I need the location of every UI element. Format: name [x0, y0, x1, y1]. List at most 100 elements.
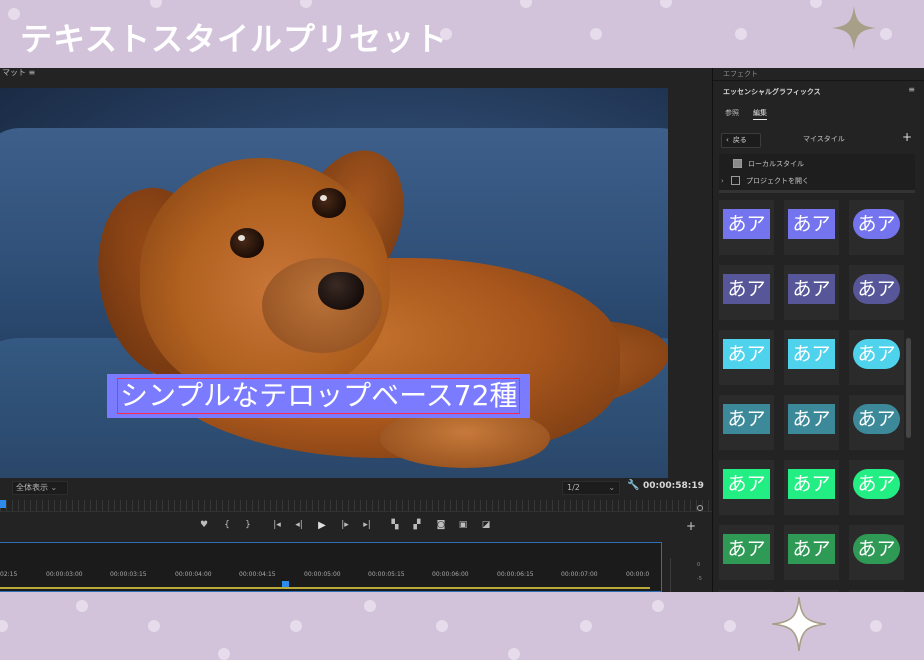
- decor-dot: [364, 600, 376, 612]
- overwrite-icon[interactable]: ▞: [410, 520, 424, 530]
- decor-dot: [880, 28, 892, 40]
- go-to-out-icon[interactable]: ▸|: [360, 520, 374, 530]
- style-preview: あア: [853, 404, 900, 434]
- timeline-tick: 00:00:0: [626, 571, 650, 578]
- decor-dot: [590, 28, 602, 40]
- style-preset[interactable]: あア: [719, 200, 774, 255]
- style-preset[interactable]: あア: [784, 200, 839, 255]
- tab-edit[interactable]: 編集: [753, 108, 767, 120]
- hamburger-icon[interactable]: ≡: [908, 85, 915, 94]
- decor-dot: [436, 620, 448, 632]
- plus-icon[interactable]: +: [902, 130, 912, 144]
- style-preset[interactable]: あア: [849, 200, 904, 255]
- zoom-select[interactable]: 全体表示 ⌄: [12, 481, 68, 495]
- timeline-ruler[interactable]: 02:15 00:00:03:00 00:00:03:15 00:00:04:0…: [0, 571, 662, 579]
- style-preview: あア: [788, 534, 835, 564]
- dog-muzzle: [262, 258, 382, 353]
- monitor-scrub-ruler[interactable]: [0, 500, 712, 512]
- decor-dot: [870, 620, 882, 632]
- style-preset[interactable]: あア: [784, 525, 839, 580]
- decor-dot: [76, 600, 88, 612]
- caption-text[interactable]: シンプルなテロップベース72種: [117, 378, 521, 414]
- premiere-window: マット ≡ シンプルなテロップベース72種 全体表示 ⌄ 1/2 ⌄ 🔧 00:…: [0, 68, 924, 592]
- style-preset-grid: あア あア あア あア あア あア あア あア あア あア あア あア あア あ…: [719, 200, 911, 592]
- marker-icon[interactable]: ♥: [197, 520, 211, 530]
- wrench-icon[interactable]: 🔧: [627, 480, 639, 491]
- style-preview: あア: [723, 534, 770, 564]
- meter-label: -5: [697, 576, 702, 582]
- style-preset[interactable]: あア: [849, 330, 904, 385]
- decor-dot: [290, 620, 302, 632]
- comparison-view-icon[interactable]: ▣: [456, 520, 470, 530]
- style-preview: あア: [723, 339, 770, 369]
- style-preview: あア: [788, 469, 835, 499]
- timecode: 00:00:58:19: [643, 481, 704, 491]
- style-preview: あア: [723, 274, 770, 304]
- style-preset[interactable]: あア: [784, 460, 839, 515]
- style-preset[interactable]: あア: [719, 525, 774, 580]
- audio-meter: 0 -5: [670, 558, 702, 592]
- style-preset[interactable]: あア: [784, 265, 839, 320]
- style-preset[interactable]: あア: [849, 265, 904, 320]
- out-point-icon[interactable]: [697, 505, 703, 511]
- decor-dot: [218, 648, 230, 660]
- checkbox-checked-icon[interactable]: [733, 158, 742, 168]
- decor-dot: [148, 620, 160, 632]
- effects-tab[interactable]: エフェクト: [723, 69, 758, 79]
- my-style-label: マイスタイル: [803, 135, 845, 143]
- style-preview: あア: [853, 339, 900, 369]
- style-tree: ローカルスタイル › プロジェクトを開く: [719, 154, 915, 190]
- timeline-panel[interactable]: 02:15 00:00:03:00 00:00:03:15 00:00:04:0…: [0, 542, 662, 592]
- tab-browse[interactable]: 参照: [725, 108, 739, 118]
- play-icon[interactable]: ▶: [315, 520, 329, 531]
- chevron-left-icon: ‹: [726, 136, 729, 144]
- monitor-playhead[interactable]: [0, 500, 6, 508]
- panel-scrollbar[interactable]: [906, 338, 911, 438]
- go-to-in-icon[interactable]: |◂: [270, 520, 284, 530]
- top-banner: テキストスタイルプリセット: [0, 0, 924, 68]
- dog-eye-right: [312, 188, 346, 218]
- divider: [719, 190, 915, 193]
- style-preset[interactable]: あア: [784, 395, 839, 450]
- style-preset[interactable]: あア: [719, 395, 774, 450]
- tree-item-local-style[interactable]: ローカルスタイル: [719, 156, 915, 172]
- back-button[interactable]: ‹ 戻る: [721, 133, 761, 148]
- checkbox-icon[interactable]: [731, 175, 740, 185]
- proxy-toggle-icon[interactable]: ◪: [479, 520, 493, 530]
- timeline-tick: 00:00:05:15: [368, 571, 405, 578]
- dog-eye-left: [230, 228, 264, 258]
- export-frame-icon[interactable]: ◙: [434, 520, 448, 530]
- mark-out-icon[interactable]: }: [241, 520, 255, 530]
- step-forward-icon[interactable]: |▸: [338, 520, 352, 530]
- tree-item-open-project[interactable]: › プロジェクトを開く: [719, 173, 915, 189]
- zoom-value: 全体表示: [16, 483, 48, 492]
- style-preset[interactable]: あア: [719, 265, 774, 320]
- timeline-tick: 00:00:06:00: [432, 571, 469, 578]
- meter-label: 0: [697, 562, 701, 568]
- caption-overlay[interactable]: シンプルなテロップベース72種: [107, 374, 531, 418]
- bottom-banner: [0, 592, 924, 660]
- sparkle-icon: [772, 597, 826, 651]
- work-area-bar[interactable]: [0, 587, 650, 589]
- timeline-tick: 00:00:06:15: [497, 571, 534, 578]
- style-preset[interactable]: あア: [719, 330, 774, 385]
- decor-dot: [652, 600, 664, 612]
- add-button-icon[interactable]: +: [686, 519, 696, 533]
- decor-dot: [150, 0, 162, 8]
- style-preview: あア: [788, 274, 835, 304]
- style-preset[interactable]: あア: [719, 460, 774, 515]
- essential-graphics-panel: エフェクト エッセンシャルグラフィックス ≡ 参照 編集 ‹ 戻る マイスタイル …: [712, 68, 924, 592]
- back-label: 戻る: [732, 136, 747, 144]
- decor-dot: [508, 648, 520, 660]
- mark-in-icon[interactable]: {: [220, 520, 234, 530]
- tree-item-label: ローカルスタイル: [748, 160, 804, 168]
- monitor-tab[interactable]: マット ≡: [0, 68, 35, 86]
- style-preset[interactable]: あア: [849, 395, 904, 450]
- insert-icon[interactable]: ▚: [388, 520, 402, 530]
- step-back-icon[interactable]: ◂|: [292, 520, 306, 530]
- chevron-right-icon[interactable]: ›: [721, 173, 731, 189]
- resolution-select[interactable]: 1/2 ⌄: [562, 481, 620, 495]
- style-preset[interactable]: あア: [849, 525, 904, 580]
- style-preset[interactable]: あア: [784, 330, 839, 385]
- style-preset[interactable]: あア: [849, 460, 904, 515]
